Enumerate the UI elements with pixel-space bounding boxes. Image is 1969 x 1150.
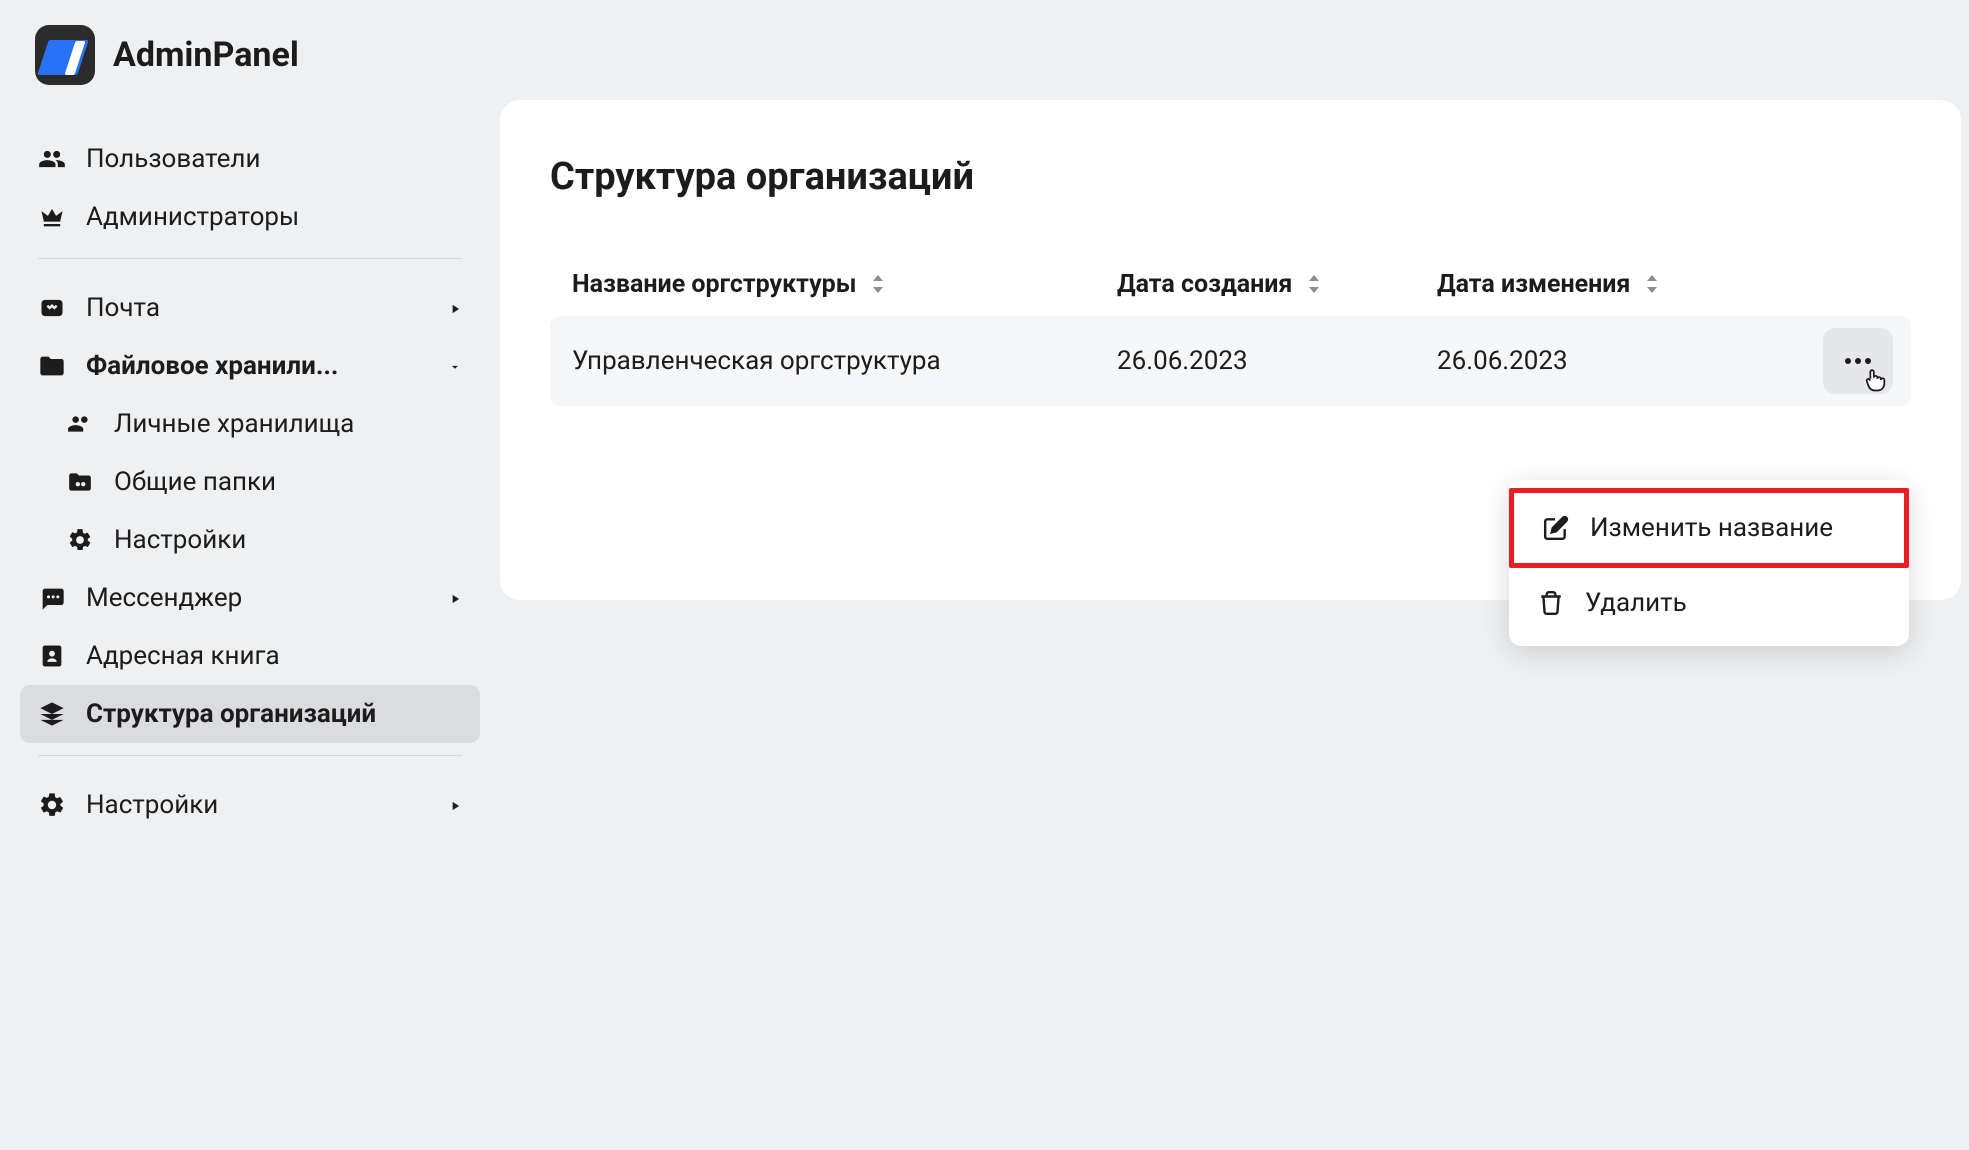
table-row[interactable]: Управленческая оргструктура 26.06.2023 2… <box>550 316 1911 406</box>
cell-modified: 26.06.2023 <box>1437 346 1889 376</box>
gear-icon <box>66 526 94 554</box>
sidebar-item-file-storage[interactable]: Файловое хранили... <box>20 337 480 395</box>
cell-created: 26.06.2023 <box>1117 346 1437 376</box>
sidebar-item-mail[interactable]: Почта <box>20 279 480 337</box>
edit-icon <box>1542 514 1570 542</box>
divider <box>38 755 462 756</box>
trash-icon <box>1537 589 1565 617</box>
divider <box>38 258 462 259</box>
sidebar-item-settings[interactable]: Настройки <box>20 776 480 834</box>
mail-icon <box>38 294 66 322</box>
users-icon <box>38 145 66 173</box>
sidebar-label: Пользователи <box>86 144 260 174</box>
sidebar-item-personal-storage[interactable]: Личные хранилища <box>20 395 480 453</box>
sidebar-item-storage-settings[interactable]: Настройки <box>20 511 480 569</box>
menu-label: Изменить название <box>1590 513 1833 543</box>
main-content: Структура организаций Название оргструкт… <box>500 0 1969 1150</box>
sidebar-label: Настройки <box>114 525 246 555</box>
sort-icon <box>1307 271 1321 300</box>
chevron-right-icon <box>448 583 462 613</box>
sidebar-label: Мессенджер <box>86 583 242 613</box>
dots-icon <box>1844 357 1872 365</box>
layers-icon <box>38 700 66 728</box>
sidebar-label: Адресная книга <box>86 641 280 671</box>
chevron-right-icon <box>448 293 462 323</box>
app-logo: AdminPanel <box>20 25 480 110</box>
menu-label: Удалить <box>1585 588 1687 618</box>
cursor-icon <box>1861 366 1889 400</box>
sort-icon <box>871 271 885 300</box>
content-card: Структура организаций Название оргструкт… <box>500 100 1961 600</box>
folder-icon <box>38 352 66 380</box>
sidebar-item-address-book[interactable]: Адресная книга <box>20 627 480 685</box>
column-header-created[interactable]: Дата создания <box>1117 270 1437 300</box>
sidebar-item-shared-folders[interactable]: Общие папки <box>20 453 480 511</box>
sidebar-label: Почта <box>86 293 160 323</box>
table-header: Название оргструктуры Дата создания Дата… <box>550 254 1911 316</box>
chevron-down-icon <box>448 351 462 381</box>
address-book-icon <box>38 642 66 670</box>
sidebar-label: Администраторы <box>86 202 299 232</box>
sort-icon <box>1645 271 1659 300</box>
sidebar-item-org-structure[interactable]: Структура организаций <box>20 685 480 743</box>
users-icon <box>66 410 94 438</box>
gear-icon <box>38 791 66 819</box>
more-options-button[interactable] <box>1823 328 1893 394</box>
menu-item-delete[interactable]: Удалить <box>1509 568 1909 638</box>
sidebar-label: Файловое хранили... <box>86 351 338 381</box>
sidebar-item-users[interactable]: Пользователи <box>20 130 480 188</box>
column-header-name[interactable]: Название оргструктуры <box>572 270 1117 300</box>
sidebar-item-admins[interactable]: Администраторы <box>20 188 480 246</box>
sidebar-label: Общие папки <box>114 467 276 497</box>
crown-icon <box>38 203 66 231</box>
logo-icon <box>35 25 95 85</box>
sidebar: AdminPanel Пользователи Администраторы <box>0 0 500 1150</box>
chevron-right-icon <box>448 790 462 820</box>
sidebar-label: Структура организаций <box>86 699 376 729</box>
menu-item-rename[interactable]: Изменить название <box>1509 488 1909 568</box>
column-header-modified[interactable]: Дата изменения <box>1437 270 1889 300</box>
sidebar-item-messenger[interactable]: Мессенджер <box>20 569 480 627</box>
sidebar-label: Личные хранилища <box>114 409 354 439</box>
cell-name: Управленческая оргструктура <box>572 346 1117 376</box>
chat-icon <box>38 584 66 612</box>
context-menu: Изменить название Удалить <box>1509 480 1909 646</box>
sidebar-label: Настройки <box>86 790 218 820</box>
page-title: Структура организаций <box>550 155 1911 199</box>
app-name: AdminPanel <box>113 35 299 75</box>
shared-folder-icon <box>66 468 94 496</box>
